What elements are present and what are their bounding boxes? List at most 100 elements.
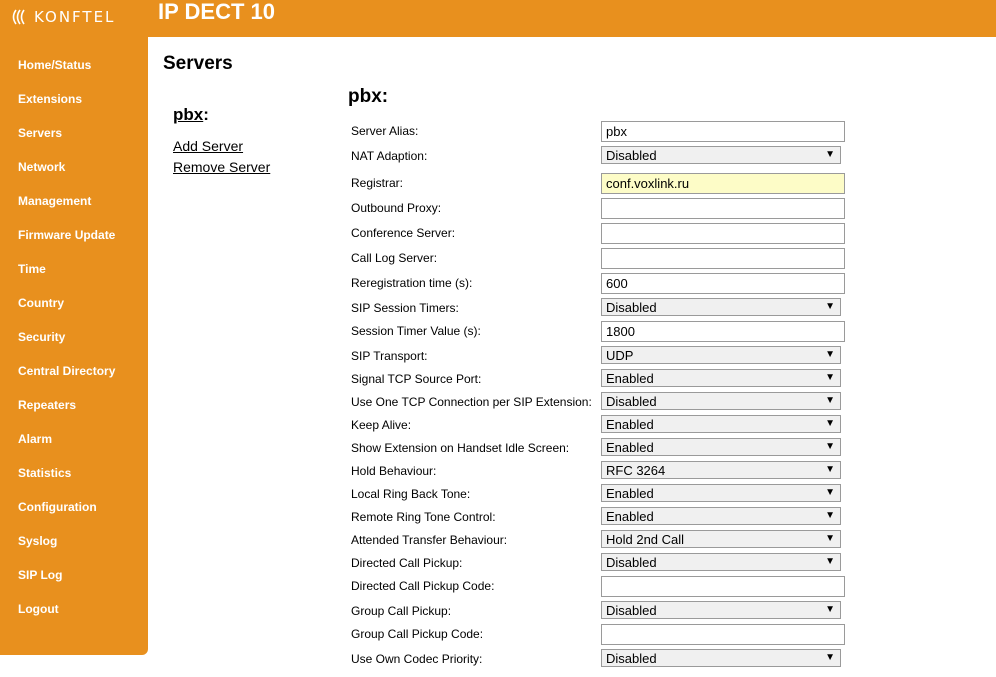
keep-alive-select[interactable]: Enabled ▼ xyxy=(601,415,841,433)
app-title: IP DECT 10 xyxy=(158,0,275,24)
group-call-pickup-select[interactable]: Disabled ▼ xyxy=(601,601,841,619)
page-title: Servers xyxy=(163,53,233,74)
group-call-pickup-code-input[interactable] xyxy=(601,624,845,645)
form-row-use-own-codec-priority: Use Own Codec Priority: Disabled ▼ xyxy=(351,649,851,672)
dropdown-arrow-icon: ▼ xyxy=(825,418,835,429)
form-row-directed-call-pickup-code: Directed Call Pickup Code: xyxy=(351,576,851,599)
dropdown-arrow-icon: ▼ xyxy=(825,652,835,663)
server-alias-label: Server Alias: xyxy=(351,124,419,138)
form-row-sip-session-timers: SIP Session Timers: Disabled ▼ xyxy=(351,298,851,321)
nat-adaption-value: Disabled xyxy=(606,148,657,163)
attended-transfer-select[interactable]: Hold 2nd Call ▼ xyxy=(601,530,841,548)
conference-server-input[interactable] xyxy=(601,223,845,244)
registrar-input[interactable] xyxy=(601,173,845,194)
remote-ring-tone-control-label: Remote Ring Tone Control: xyxy=(351,510,496,524)
group-call-pickup-label: Group Call Pickup: xyxy=(351,604,452,618)
session-timer-value-label: Session Timer Value (s): xyxy=(351,324,481,338)
form-row-directed-call-pickup: Directed Call Pickup: Disabled ▼ xyxy=(351,553,851,576)
hold-behaviour-label: Hold Behaviour: xyxy=(351,464,437,478)
attended-transfer-label: Attended Transfer Behaviour: xyxy=(351,533,508,547)
sip-transport-value: UDP xyxy=(606,348,634,363)
show-extension-idle-label: Show Extension on Handset Idle Screen: xyxy=(351,441,570,455)
dropdown-arrow-icon: ▼ xyxy=(825,372,835,383)
sidebar-item-firmware-update[interactable]: Firmware Update xyxy=(18,228,115,242)
signal-tcp-source-port-value: Enabled xyxy=(606,371,654,386)
sidebar-item-repeaters[interactable]: Repeaters xyxy=(18,398,76,412)
sip-session-timers-label: SIP Session Timers: xyxy=(351,301,459,315)
remote-ring-tone-control-select[interactable]: Enabled ▼ xyxy=(601,507,841,525)
sidebar-item-extensions[interactable]: Extensions xyxy=(18,92,82,106)
local-ring-back-tone-select[interactable]: Enabled ▼ xyxy=(601,484,841,502)
sidebar-item-country[interactable]: Country xyxy=(18,296,64,310)
directed-call-pickup-code-input[interactable] xyxy=(601,576,845,597)
form-row-outbound-proxy: Outbound Proxy: xyxy=(351,198,851,221)
remote-ring-tone-control-value: Enabled xyxy=(606,509,654,524)
form-row-registrar: Registrar: xyxy=(351,173,851,196)
form-row-call-log-server: Call Log Server: xyxy=(351,248,851,271)
directed-call-pickup-label: Directed Call Pickup: xyxy=(351,556,463,570)
show-extension-idle-select[interactable]: Enabled ▼ xyxy=(601,438,841,456)
sidebar-nav: Home/Status Extensions Servers Network M… xyxy=(0,37,148,655)
dropdown-arrow-icon: ▼ xyxy=(825,441,835,452)
form-row-group-call-pickup-code: Group Call Pickup Code: xyxy=(351,624,851,647)
server-list-heading: pbx: xyxy=(173,105,209,125)
directed-call-pickup-code-label: Directed Call Pickup Code: xyxy=(351,579,495,593)
server-heading-colon: : xyxy=(203,105,209,124)
sidebar-item-logout[interactable]: Logout xyxy=(18,602,59,616)
remove-server-link[interactable]: Remove Server xyxy=(173,159,270,175)
sidebar-item-alarm[interactable]: Alarm xyxy=(18,432,52,446)
signal-tcp-source-port-label: Signal TCP Source Port: xyxy=(351,372,482,386)
dropdown-arrow-icon: ▼ xyxy=(825,533,835,544)
use-own-codec-priority-label: Use Own Codec Priority: xyxy=(351,652,483,666)
server-alias-input[interactable] xyxy=(601,121,845,142)
sip-session-timers-value: Disabled xyxy=(606,300,657,315)
signal-tcp-source-port-select[interactable]: Enabled ▼ xyxy=(601,369,841,387)
sidebar-item-time[interactable]: Time xyxy=(18,262,46,276)
keep-alive-label: Keep Alive: xyxy=(351,418,412,432)
form-title: pbx: xyxy=(348,86,389,107)
call-log-server-input[interactable] xyxy=(601,248,845,269)
sidebar-item-central-directory[interactable]: Central Directory xyxy=(18,364,115,378)
form-row-remote-ring-tone-control: Remote Ring Tone Control: Enabled ▼ xyxy=(351,507,851,530)
dropdown-arrow-icon: ▼ xyxy=(825,510,835,521)
use-own-codec-priority-select[interactable]: Disabled ▼ xyxy=(601,649,841,667)
dropdown-arrow-icon: ▼ xyxy=(825,149,835,160)
sidebar-item-sip-log[interactable]: SIP Log xyxy=(18,568,62,582)
konftel-waves-logo-icon xyxy=(12,9,25,25)
nat-adaption-select[interactable]: Disabled ▼ xyxy=(601,146,841,164)
sidebar-item-configuration[interactable]: Configuration xyxy=(18,500,97,514)
group-call-pickup-value: Disabled xyxy=(606,603,657,618)
sidebar-item-network[interactable]: Network xyxy=(18,160,65,174)
outbound-proxy-input[interactable] xyxy=(601,198,845,219)
dropdown-arrow-icon: ▼ xyxy=(825,464,835,475)
sip-transport-select[interactable]: UDP ▼ xyxy=(601,346,841,364)
sidebar-item-home-status[interactable]: Home/Status xyxy=(18,58,91,72)
form-row-attended-transfer: Attended Transfer Behaviour: Hold 2nd Ca… xyxy=(351,530,851,553)
call-log-server-label: Call Log Server: xyxy=(351,251,438,265)
one-tcp-connection-select[interactable]: Disabled ▼ xyxy=(601,392,841,410)
sidebar-item-management[interactable]: Management xyxy=(18,194,91,208)
server-link-pbx[interactable]: pbx xyxy=(173,105,203,124)
nat-adaption-label: NAT Adaption: xyxy=(351,149,428,163)
add-server-link[interactable]: Add Server xyxy=(173,138,243,154)
form-row-server-alias: Server Alias: xyxy=(351,121,851,144)
form-row-conference-server: Conference Server: xyxy=(351,223,851,246)
sidebar-item-statistics[interactable]: Statistics xyxy=(18,466,71,480)
one-tcp-connection-value: Disabled xyxy=(606,394,657,409)
sidebar-item-security[interactable]: Security xyxy=(18,330,65,344)
form-row-sip-transport: SIP Transport: UDP ▼ xyxy=(351,346,851,369)
form-row-reregistration-time: Reregistration time (s): xyxy=(351,273,851,296)
sidebar-item-servers[interactable]: Servers xyxy=(18,126,62,140)
dropdown-arrow-icon: ▼ xyxy=(825,604,835,615)
directed-call-pickup-select[interactable]: Disabled ▼ xyxy=(601,553,841,571)
sip-session-timers-select[interactable]: Disabled ▼ xyxy=(601,298,841,316)
reregistration-time-input[interactable] xyxy=(601,273,845,294)
directed-call-pickup-value: Disabled xyxy=(606,555,657,570)
hold-behaviour-select[interactable]: RFC 3264 ▼ xyxy=(601,461,841,479)
dropdown-arrow-icon: ▼ xyxy=(825,487,835,498)
reregistration-time-label: Reregistration time (s): xyxy=(351,276,473,290)
show-extension-idle-value: Enabled xyxy=(606,440,654,455)
session-timer-value-input[interactable] xyxy=(601,321,845,342)
one-tcp-connection-label: Use One TCP Connection per SIP Extension… xyxy=(351,395,592,409)
sidebar-item-syslog[interactable]: Syslog xyxy=(18,534,57,548)
